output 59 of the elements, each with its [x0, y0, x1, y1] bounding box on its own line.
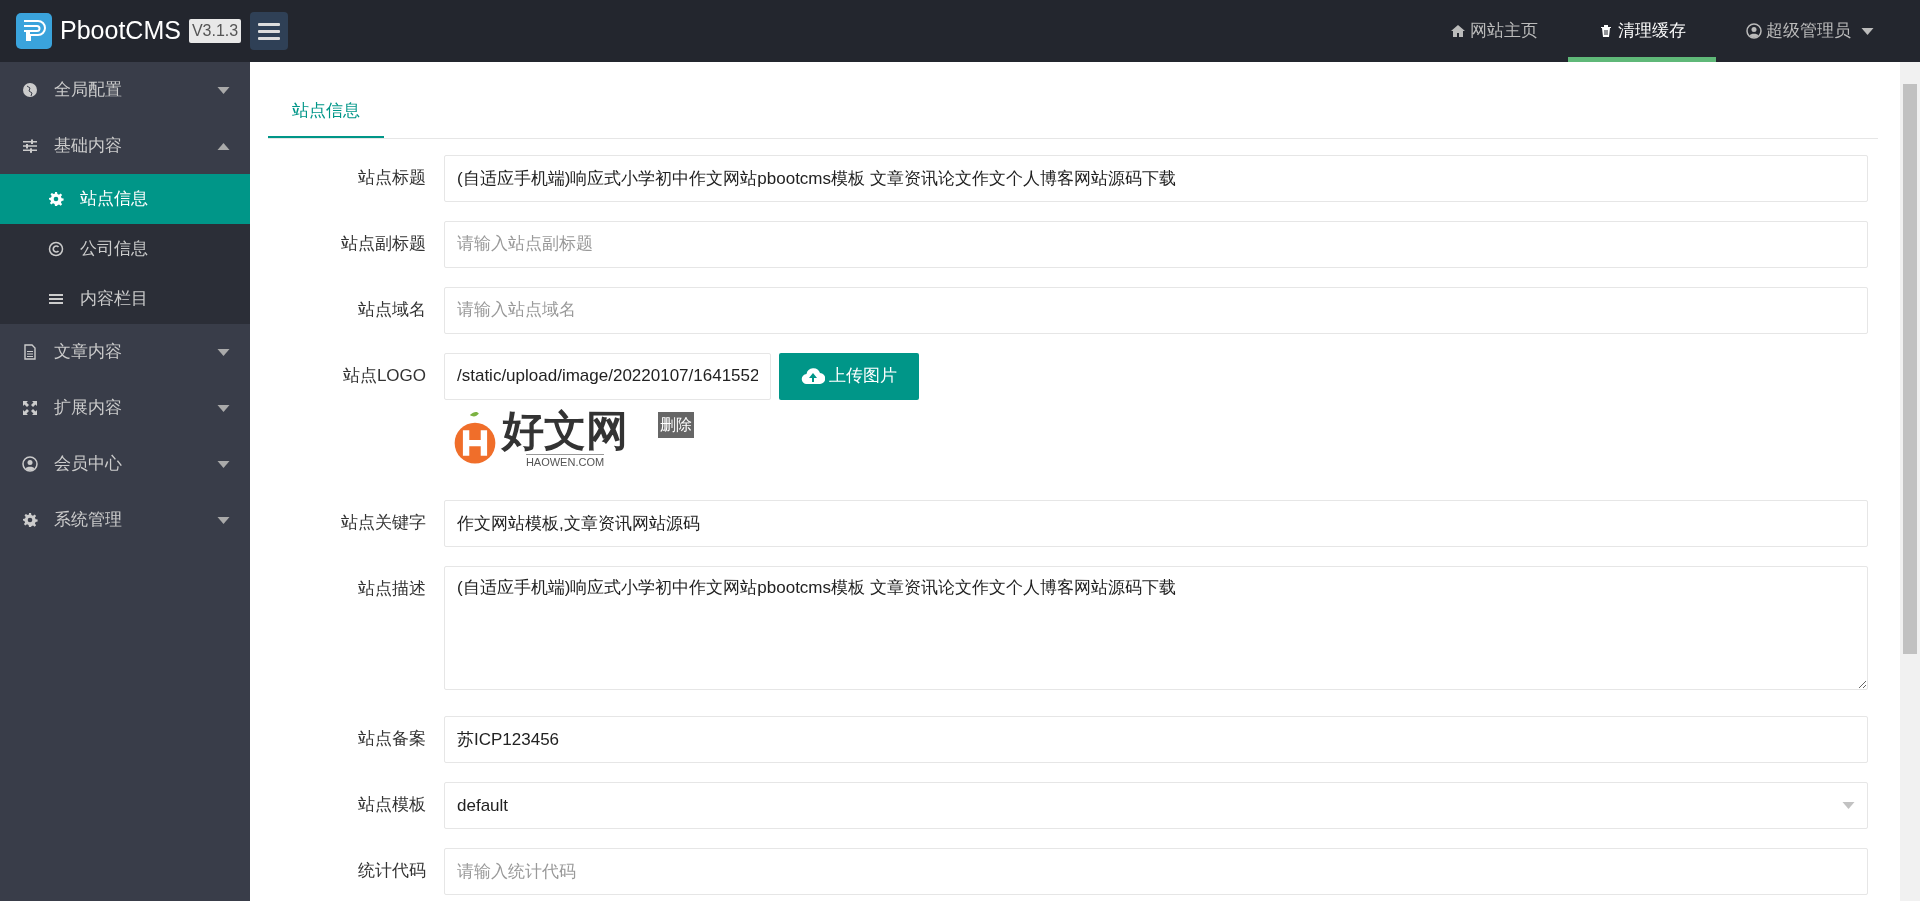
sidebar-subitem[interactable]: 站点信息 [0, 174, 250, 224]
field-label: 站点备案 [357, 728, 427, 751]
globe-icon [22, 82, 38, 98]
sidebar-item[interactable]: 基础内容 [0, 118, 250, 174]
text-field[interactable]: 苏ICP123456 [444, 716, 1868, 764]
sidebar-item[interactable]: 系统管理 [0, 492, 250, 548]
select-field[interactable]: default [444, 782, 1868, 830]
text-field[interactable]: 作文网站模板,文章资讯网站源码 [444, 500, 1868, 547]
settings-icon [22, 512, 38, 528]
logo-title: 好文网 [502, 407, 628, 454]
text-field[interactable]: 请输入统计代码 [444, 848, 1868, 896]
caret-icon [217, 516, 230, 524]
home-icon [1450, 23, 1466, 39]
user-icon [22, 456, 38, 472]
document-icon [22, 344, 38, 360]
sidebar-item[interactable]: 会员中心 [0, 436, 250, 492]
text-field[interactable]: 请输入站点副标题 [444, 220, 1868, 268]
field-label: 站点LOGO [341, 364, 427, 387]
trash-icon [1598, 23, 1614, 39]
nav-link[interactable]: 超级管理员 [1716, 0, 1904, 62]
text-field[interactable]: 请输入站点域名 [444, 286, 1868, 334]
version-badge: V3.1.3 [188, 19, 242, 43]
scrollbar[interactable] [1900, 62, 1920, 901]
field-label: 站点标题 [357, 166, 427, 189]
sidebar-item[interactable]: 全局配置 [0, 62, 250, 118]
caret-icon [217, 86, 230, 94]
field-label: 站点副标题 [340, 232, 427, 255]
menu-button[interactable] [250, 12, 288, 50]
caret-icon [217, 404, 230, 412]
sidebar-item[interactable]: 扩展内容 [0, 380, 250, 436]
settings-icon [48, 191, 64, 207]
user-icon [1746, 23, 1762, 39]
field-label: 站点域名 [357, 298, 427, 321]
caret-icon [217, 460, 230, 468]
caret-icon [217, 142, 230, 150]
expand-arrows-icon [22, 400, 38, 416]
sliders-icon [22, 138, 38, 154]
sidebar-item[interactable]: 文章内容 [0, 324, 250, 380]
caret-icon [217, 348, 230, 356]
path-field[interactable]: /static/upload/image/20220107/1641552 [444, 352, 771, 400]
sidebar-subitem[interactable]: 内容栏目 [0, 274, 250, 324]
text-field[interactable]: (自适应手机端)响应式小学初中作文网站pbootcms模板 文章资讯论文作文个人博客网站源码下载 [444, 154, 1868, 202]
field-label: 统计代码 [357, 860, 427, 883]
field-label: 站点关键字 [340, 512, 427, 534]
delete-button[interactable]: 删除 [658, 411, 694, 438]
logo-subtitle: HAOWEN.COM [525, 453, 605, 469]
sidebar-subitem[interactable]: 公司信息 [0, 224, 250, 274]
caret-icon [1842, 802, 1855, 810]
text-area[interactable]: (自适应手机端)响应式小学初中作文网站pbootcms模板 文章资讯论文作文个人博客网站源码下载 [444, 566, 1868, 690]
copyright-icon [48, 241, 64, 257]
cloud-upload-icon [801, 368, 825, 384]
tab[interactable]: 站点信息 [268, 86, 384, 138]
field-label: 站点描述 [357, 578, 427, 600]
brand-name: PbootCMS [60, 15, 181, 47]
upload-button[interactable]: 上传图片 [779, 352, 919, 400]
logo-icon [16, 13, 52, 49]
list-icon [48, 291, 64, 307]
field-label: 站点模板 [357, 794, 427, 817]
nav-link[interactable]: 网站主页 [1420, 0, 1568, 62]
